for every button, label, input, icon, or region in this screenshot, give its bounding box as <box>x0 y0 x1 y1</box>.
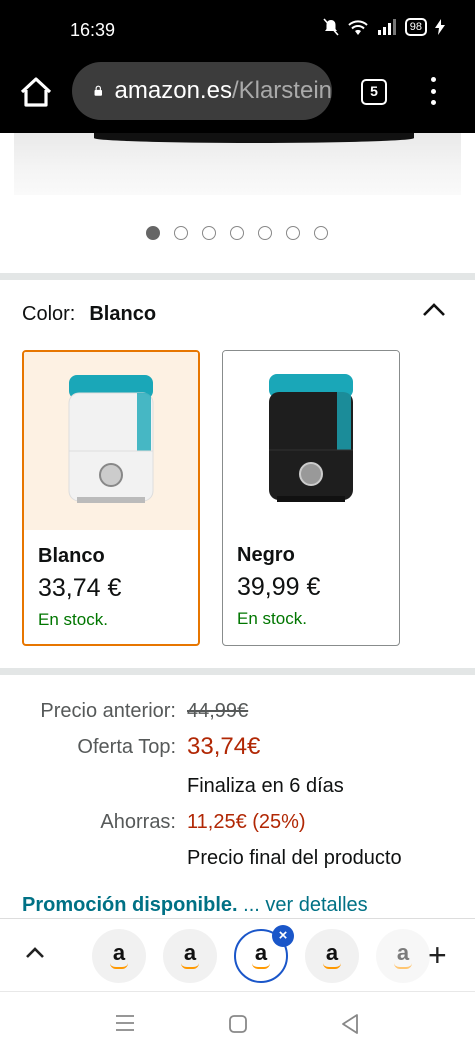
status-bar: 16:39 98 <box>0 0 475 60</box>
tab-switcher-button[interactable]: 5 <box>361 79 387 105</box>
deal-price-value: 33,74€ <box>187 733 261 760</box>
status-time: 16:39 <box>70 20 116 40</box>
wifi-icon <box>348 20 368 35</box>
variation-selected-value: Blanco <box>89 303 157 325</box>
amazon-logo-icon: a <box>396 939 410 965</box>
deal-label: Oferta Top: <box>77 736 176 758</box>
humidifier-black-image <box>223 351 399 529</box>
battery-indicator: 98 <box>404 18 427 36</box>
previous-price-value: 44,99€ <box>187 700 249 722</box>
recent-apps-icon[interactable] <box>114 1014 136 1032</box>
chevron-up-icon[interactable] <box>24 945 46 961</box>
back-nav-icon[interactable] <box>340 1013 360 1035</box>
option-name: Negro <box>237 544 295 566</box>
charging-bolt-icon <box>435 19 445 35</box>
final-price-note: Precio final del producto <box>187 847 402 869</box>
option-price: 39,99 € <box>237 573 321 601</box>
url-path: /Klarstein <box>231 77 332 104</box>
option-price: 33,74 € <box>38 574 122 602</box>
carousel-dots <box>146 226 328 240</box>
mute-bell-icon <box>323 18 339 36</box>
product-image <box>14 133 461 195</box>
browser-toolbar: amazon.es/Klarstein 5 <box>0 60 475 133</box>
address-bar[interactable]: amazon.es/Klarstein <box>72 62 332 120</box>
amazon-logo-icon: a <box>112 939 126 965</box>
variation-label-text: Color: <box>22 303 76 325</box>
product-image-carousel[interactable] <box>0 133 475 273</box>
variation-label: Color: Blanco <box>22 303 156 326</box>
option-stock: En stock. <box>38 610 108 629</box>
carousel-dot[interactable] <box>258 226 272 240</box>
section-divider <box>0 273 475 280</box>
chevron-up-icon[interactable] <box>421 300 447 320</box>
tab-thumbnail[interactable]: a <box>376 929 430 983</box>
system-navigation-bar <box>0 991 475 1056</box>
tab-thumbnail-active[interactable]: a × <box>234 925 294 983</box>
color-option-blanco[interactable]: Blanco 33,74 € En stock. <box>22 350 200 646</box>
section-divider <box>0 668 475 675</box>
carousel-dot[interactable] <box>202 226 216 240</box>
status-icons: 98 <box>323 18 445 36</box>
carousel-dot[interactable] <box>146 226 160 240</box>
color-option-negro[interactable]: Negro 39,99 € En stock. <box>222 350 400 646</box>
savings-value: 11,25€ (25%) <box>187 811 306 833</box>
carousel-dot[interactable] <box>314 226 328 240</box>
new-tab-icon[interactable]: + <box>428 939 447 971</box>
savings-label: Ahorras: <box>100 811 176 833</box>
url-text: amazon.es/Klarstein <box>115 77 332 105</box>
url-domain: amazon.es <box>114 77 232 104</box>
amazon-logo-icon: a <box>183 939 197 965</box>
previous-price-label: Precio anterior: <box>40 700 176 722</box>
carousel-dot[interactable] <box>286 226 300 240</box>
carousel-dot[interactable] <box>230 226 244 240</box>
tab-strip: a a a × a a + <box>0 918 475 991</box>
promo-details-link[interactable]: ... ver detalles <box>238 894 368 916</box>
tab-thumbnail[interactable]: a <box>163 929 217 983</box>
home-nav-icon[interactable] <box>228 1014 248 1034</box>
option-name: Blanco <box>38 545 105 567</box>
humidifier-white-image <box>24 352 198 530</box>
tab-thumbnail[interactable]: a <box>305 929 359 983</box>
close-tab-icon[interactable]: × <box>272 925 294 947</box>
home-icon[interactable] <box>18 74 54 110</box>
carousel-dot[interactable] <box>174 226 188 240</box>
signal-icon <box>377 19 396 35</box>
promotion-link[interactable]: Promoción disponible. ... ver detalles <box>22 894 368 917</box>
lock-icon <box>94 85 103 96</box>
amazon-logo-icon: a <box>254 939 268 965</box>
tab-thumbnail[interactable]: a <box>92 929 146 983</box>
deal-ends-note: Finaliza en 6 días <box>187 775 344 797</box>
option-stock: En stock. <box>237 609 307 628</box>
amazon-logo-icon: a <box>325 939 339 965</box>
overflow-menu-icon[interactable] <box>425 77 441 105</box>
promo-bold: Promoción disponible. <box>22 894 238 916</box>
